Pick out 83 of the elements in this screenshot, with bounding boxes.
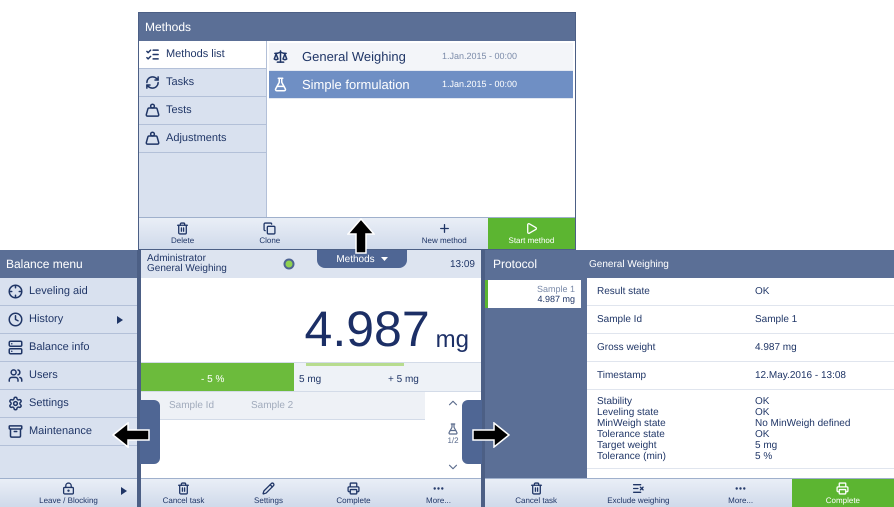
- detail-label: Result state: [597, 286, 651, 297]
- dropdown-caret-icon: [380, 257, 388, 261]
- detail-label: Tolerance state: [597, 429, 666, 440]
- toolbar-button[interactable]: Exclude weighing: [587, 479, 690, 507]
- detail-label: Gross weight: [597, 342, 656, 353]
- trash-icon: [530, 482, 543, 494]
- detail-value: 12.May.2016 - 13:08: [755, 370, 846, 381]
- toolbar-button[interactable]: Cancel task: [141, 479, 226, 507]
- copy-icon: [263, 222, 276, 235]
- leave-blocking-button[interactable]: Leave / Blocking: [0, 478, 137, 507]
- detail-value: Sample 1: [755, 314, 798, 325]
- method-name: General Weighing: [147, 264, 228, 274]
- weight-icon: [145, 103, 160, 118]
- detail-value: 5 mg: [755, 440, 778, 451]
- clock-time: 13:09: [450, 258, 475, 272]
- methods-tab[interactable]: Methods: [317, 250, 407, 268]
- submenu-arrow-icon: [121, 487, 127, 495]
- detail-label: Target weight: [597, 440, 658, 451]
- detail-value: 5 %: [755, 451, 772, 462]
- toolbar-button[interactable]: More...: [396, 479, 481, 507]
- toolbar-button[interactable]: Clone: [226, 218, 314, 249]
- printer-icon: [347, 482, 360, 494]
- menu-item[interactable]: Settings: [0, 390, 137, 418]
- weight-unit: mg: [436, 328, 469, 352]
- toolbar-button[interactable]: New method: [400, 218, 488, 249]
- users-icon: [8, 368, 23, 383]
- tolerance-label: + 5 mg: [388, 373, 419, 387]
- panel-subtitle: General Weighing: [589, 258, 669, 272]
- detail-label: Sample Id: [597, 314, 644, 325]
- level-indicator-icon: [283, 258, 295, 270]
- sidebar-item[interactable]: Methods list: [139, 41, 266, 69]
- lock-icon: [62, 482, 75, 494]
- menu-item[interactable]: History: [0, 306, 137, 334]
- trash-icon: [177, 482, 190, 494]
- weight-value: 4.987: [304, 304, 430, 354]
- method-row[interactable]: General Weighing 1.Jan.2015 - 00:00: [269, 43, 573, 71]
- detail-value: OK: [755, 407, 770, 418]
- sample-item[interactable]: Sample 1 4.987 mg: [485, 280, 581, 308]
- flask-icon: [273, 77, 288, 92]
- plus-icon: [438, 222, 451, 235]
- printer-icon: [836, 482, 850, 494]
- crosshair-icon: [8, 284, 23, 299]
- toolbar-button[interactable]: Cancel task: [485, 479, 588, 507]
- tolerance-label: 5 mg: [299, 373, 322, 387]
- detail-label: Timestamp: [597, 370, 648, 381]
- menu-item[interactable]: Balance info: [0, 334, 137, 362]
- window-title: Methods: [145, 19, 192, 36]
- detail-value: OK: [755, 286, 770, 297]
- detail-label: MinWeigh state: [597, 418, 667, 429]
- toolbar-button[interactable]: Complete: [311, 479, 396, 507]
- trash-icon: [176, 222, 190, 235]
- detail-value: 4.987 mg: [755, 342, 797, 353]
- drawer-icon: [8, 424, 23, 439]
- toolbar-button[interactable]: Settings: [226, 479, 311, 507]
- weight-icon: [145, 131, 160, 146]
- menu-item[interactable]: Users: [0, 362, 137, 390]
- list-x-icon: [632, 482, 645, 494]
- pencil-icon: [262, 482, 275, 494]
- flask-icon: [447, 423, 459, 435]
- list-icon: [145, 47, 160, 62]
- play-icon: [524, 222, 538, 235]
- detail-value: OK: [755, 429, 770, 440]
- toolbar-button[interactable]: More...: [690, 479, 792, 507]
- detail-label: Tolerance (min): [597, 451, 667, 462]
- detail-value: No MinWeigh defined: [755, 418, 850, 429]
- panel-title: Balance menu: [6, 256, 83, 273]
- menu-item[interactable]: Leveling aid: [0, 278, 137, 306]
- user-name: Administrator: [147, 254, 206, 264]
- pointer-arrow: [112, 422, 150, 448]
- pointer-arrow: [472, 422, 510, 448]
- detail-value: OK: [755, 396, 770, 407]
- detail-label: Stability: [597, 396, 634, 407]
- page-indicator: 1/2: [447, 435, 459, 447]
- clock-icon: [8, 312, 23, 327]
- submenu-arrow-icon: [117, 316, 123, 324]
- device-icon: [8, 340, 23, 355]
- cycle-icon: [145, 75, 160, 90]
- scale-icon: [273, 49, 288, 64]
- panel-title: Protocol: [492, 256, 538, 273]
- settings-icon: [8, 396, 23, 411]
- toolbar-button[interactable]: Delete: [139, 218, 226, 249]
- detail-label: Leveling state: [597, 407, 660, 418]
- tolerance-label: - 5 %: [201, 373, 224, 387]
